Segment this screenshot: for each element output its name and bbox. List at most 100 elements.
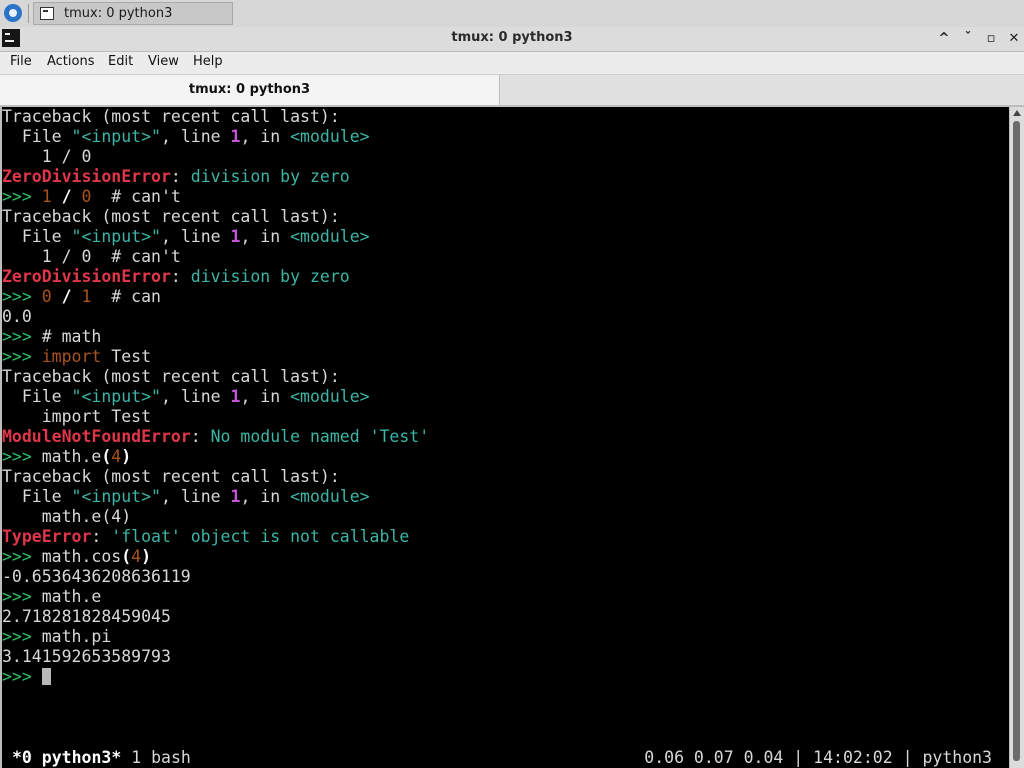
maximize-button[interactable]: ▫ — [982, 30, 1000, 48]
window-titlebar[interactable]: tmux: 0 python3 ^ ˇ ▫ ✕ — [0, 27, 1024, 52]
terminal-line: File "<input>", line 1, in <module> — [2, 127, 429, 147]
taskbar: tmux: 0 python3 — [0, 0, 1024, 28]
terminal-text: , line — [160, 387, 231, 406]
start-menu-icon[interactable] — [4, 4, 22, 22]
terminal-cursor — [41, 668, 51, 685]
terminal-text: 0 — [41, 287, 52, 306]
menu-file[interactable]: File — [10, 54, 32, 69]
terminal-text: / — [61, 187, 72, 206]
terminal-line: ModuleNotFoundError: No module named 'Te… — [2, 427, 429, 447]
menu-edit[interactable]: Edit — [108, 54, 133, 69]
terminal-line: >>> 1 / 0 # can't — [2, 187, 429, 207]
terminal-text: ModuleNotFoundError — [2, 427, 191, 446]
terminal-text: 0 — [81, 187, 92, 206]
terminal-text: "<input>" — [71, 487, 161, 506]
terminal-frame: Traceback (most recent call last): File … — [0, 105, 1024, 768]
taskbar-separator — [28, 4, 29, 23]
terminal-line: >>> — [2, 667, 429, 687]
tab-bar: tmux: 0 python3 — [0, 74, 1024, 106]
terminal-text: 4 — [111, 447, 122, 466]
terminal-text: ) — [121, 447, 132, 466]
terminal-text: >>> — [2, 187, 42, 206]
terminal-text: File — [2, 227, 72, 246]
terminal-line: ZeroDivisionError: division by zero — [2, 167, 429, 187]
menu-help[interactable]: Help — [193, 54, 223, 69]
terminal-line: Traceback (most recent call last): — [2, 207, 429, 227]
scrollbar-thumb[interactable] — [1013, 121, 1020, 761]
tmux-host: python3 — [922, 748, 992, 767]
terminal-text: 1 — [230, 127, 241, 146]
terminal-text: : — [170, 267, 191, 286]
terminal-text: math.pi — [41, 627, 112, 646]
terminal-text: "<input>" — [71, 387, 161, 406]
terminal-text: 2.718281828459045 — [2, 607, 171, 626]
terminal-text: ( — [101, 447, 112, 466]
terminal-text: No module named 'Test' — [210, 427, 430, 446]
restore-button[interactable]: ˇ — [959, 30, 977, 48]
terminal-line: -0.6536436208636119 — [2, 567, 429, 587]
terminal-text: TypeError — [2, 527, 92, 546]
terminal-line: >>> import Test — [2, 347, 429, 367]
minimize-button[interactable]: ^ — [935, 30, 953, 48]
tab-tmux[interactable]: tmux: 0 python3 — [0, 75, 500, 105]
terminal-text: , line — [160, 127, 231, 146]
tmux-current-window[interactable]: *0 python3* — [12, 748, 121, 767]
terminal-view[interactable]: Traceback (most recent call last): File … — [2, 107, 1009, 768]
terminal-line: File "<input>", line 1, in <module> — [2, 487, 429, 507]
terminal-line: >>> # math — [2, 327, 429, 347]
terminal-line: 1 / 0 — [2, 147, 429, 167]
tmux-other-window[interactable]: 1 bash — [131, 748, 191, 767]
terminal-line: File "<input>", line 1, in <module> — [2, 227, 429, 247]
terminal-line: >>> math.e(4) — [2, 447, 429, 467]
close-button[interactable]: ✕ — [1005, 30, 1023, 48]
terminal-text: # math — [41, 327, 102, 346]
tab-label: tmux: 0 python3 — [188, 82, 311, 97]
menu-view[interactable]: View — [148, 54, 179, 69]
terminal-text: math.cos — [41, 547, 122, 566]
terminal-text: File — [2, 487, 72, 506]
terminal-text: >>> — [2, 627, 42, 646]
terminal-text: , in — [240, 227, 291, 246]
terminal-text: : — [190, 427, 211, 446]
terminal-text: math.e — [41, 447, 102, 466]
tmux-clock: 14:02:02 — [813, 748, 893, 767]
terminal-line: >>> math.e — [2, 587, 429, 607]
tmux-separator: | — [902, 748, 913, 767]
terminal-line: >>> 0 / 1 # can — [2, 287, 429, 307]
terminal-text: >>> — [2, 667, 42, 686]
terminal-text: Traceback (most recent call last): — [2, 207, 340, 226]
terminal-text: import Test — [2, 407, 152, 426]
terminal-line: 2.718281828459045 — [2, 607, 429, 627]
terminal-text: 1 / 0 — [2, 147, 92, 166]
menu-bar: File Actions Edit View Help — [0, 52, 1024, 74]
terminal-text: 4 — [131, 547, 142, 566]
terminal-text: -0.6536436208636119 — [2, 567, 191, 586]
terminal-text: , line — [160, 487, 231, 506]
terminal-text: <module> — [290, 487, 370, 506]
terminal-text: ZeroDivisionError — [2, 267, 171, 286]
terminal-scrollbar[interactable] — [1010, 107, 1024, 768]
terminal-text: , in — [240, 487, 291, 506]
terminal-text: >>> — [2, 587, 42, 606]
taskbar-window-button[interactable]: tmux: 0 python3 — [33, 2, 233, 25]
terminal-line: Traceback (most recent call last): — [2, 107, 429, 127]
terminal-text: <module> — [290, 387, 370, 406]
menu-actions[interactable]: Actions — [47, 54, 95, 69]
terminal-text: math.e(4) — [2, 507, 132, 526]
terminal-text: >>> — [2, 287, 42, 306]
terminal-line: File "<input>", line 1, in <module> — [2, 387, 429, 407]
terminal-text: File — [2, 127, 72, 146]
terminal-text: import — [41, 347, 102, 366]
terminal-text: 1 / 0 # can't — [2, 247, 181, 266]
terminal-line: >>> math.cos(4) — [2, 547, 429, 567]
scroll-up-arrow-icon[interactable] — [1013, 110, 1021, 116]
terminal-text: , in — [240, 127, 291, 146]
terminal-line: 3.141592653589793 — [2, 647, 429, 667]
terminal-text: 1 — [41, 187, 52, 206]
terminal-text: Traceback (most recent call last): — [2, 107, 340, 126]
terminal-text: Traceback (most recent call last): — [2, 367, 340, 386]
